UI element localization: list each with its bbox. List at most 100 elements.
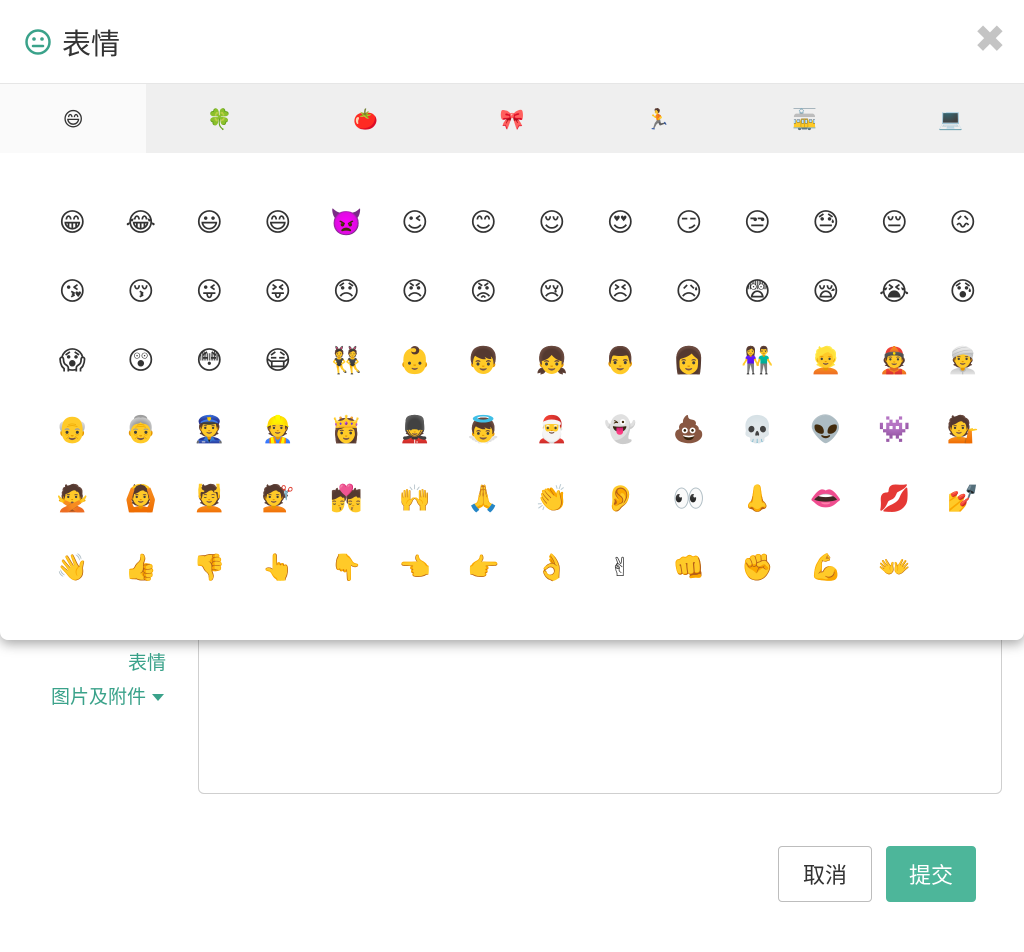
emoji-item[interactable]: 🙏 [449,464,518,533]
emoji-item[interactable]: ✊ [723,533,792,602]
emoji-item[interactable]: 💋 [860,464,929,533]
emoji-item[interactable]: 👳 [929,326,998,395]
emoji-item[interactable]: 👏 [518,464,587,533]
emoji-item[interactable]: 😨 [723,257,792,326]
emoji-item[interactable]: 👦 [449,326,518,395]
emoji-item[interactable]: 👊 [655,533,724,602]
cancel-button[interactable]: 取消 [778,846,872,902]
tab-activity[interactable]: 🏃 [585,84,731,153]
caret-down-icon [152,694,164,701]
tab-food[interactable]: 🍅 [293,84,439,153]
editor-toolbar-links: 表情 图片及附件 [0,646,166,714]
emoji-item[interactable]: 👲 [860,326,929,395]
emoji-item[interactable]: 😍 [586,188,655,257]
emoji-item[interactable]: 😁 [38,188,107,257]
emoji-item[interactable]: 👋 [38,533,107,602]
emoji-item[interactable]: 😪 [792,257,861,326]
emoji-item[interactable]: 👨 [586,326,655,395]
emoji-item[interactable]: 👱 [792,326,861,395]
emoji-item[interactable]: ✌ [586,533,655,602]
emoji-item[interactable]: 😥 [655,257,724,326]
emoji-item[interactable]: 💏 [312,464,381,533]
emoji-item[interactable]: 👽 [792,395,861,464]
emoji-item[interactable]: 👆 [244,533,313,602]
tab-smileys[interactable]: 😄 [0,84,147,153]
emoji-item[interactable]: 😉 [381,188,450,257]
emoji-item[interactable]: 😂 [107,188,176,257]
emoji-item[interactable]: 💩 [655,395,724,464]
emoji-item[interactable]: 😓 [792,188,861,257]
emoji-item[interactable]: 👧 [518,326,587,395]
emoji-item[interactable]: 😡 [449,257,518,326]
emoji-item[interactable]: 😚 [107,257,176,326]
emoji-item[interactable]: 😱 [38,326,107,395]
emoji-item[interactable]: 😌 [518,188,587,257]
emoji-item[interactable]: 👮 [175,395,244,464]
submit-button[interactable]: 提交 [886,846,976,902]
emoji-item[interactable]: 👀 [655,464,724,533]
tab-symbols[interactable]: 💻 [878,84,1024,153]
emoji-item[interactable]: 💂 [381,395,450,464]
emoji-item[interactable]: 👃 [723,464,792,533]
emoji-item[interactable]: 😒 [723,188,792,257]
emoji-item[interactable]: 😖 [929,188,998,257]
emoji-item[interactable]: 😘 [38,257,107,326]
emoji-item[interactable]: 👉 [449,533,518,602]
emoji-item[interactable]: 😠 [381,257,450,326]
neutral-face-icon [24,28,52,56]
emoji-item[interactable]: 😭 [860,257,929,326]
emoji-item[interactable]: 👎 [175,533,244,602]
emoji-item[interactable]: 🙆 [107,464,176,533]
emoji-item[interactable]: 😜 [175,257,244,326]
emoji-item[interactable]: 👶 [381,326,450,395]
emoji-item[interactable]: 👿 [312,188,381,257]
emoji-grid: 😁 😂 😃 😄 👿 😉 😊 😌 😍 😏 😒 😓 😔 😖 😘 😚 😜 😝 😞 😠 😡 😢 😣 😥 😨 😪 😭 😰 😱 😲 😳 😷 👯 👶 👦 👧 👨 👩 👫 👱… [38,188,998,602]
emoji-item[interactable]: 👯 [312,326,381,395]
emoji-item[interactable]: 👈 [381,533,450,602]
emoji-item[interactable]: 👌 [518,533,587,602]
emoji-item[interactable]: 💆 [175,464,244,533]
emoji-item[interactable]: 💀 [723,395,792,464]
emoji-item[interactable]: 😷 [244,326,313,395]
emoji-item[interactable]: 💪 [792,533,861,602]
tab-objects[interactable]: 🎀 [439,84,585,153]
emoji-item[interactable]: 💅 [929,464,998,533]
emoji-item[interactable]: 😣 [586,257,655,326]
emoji-item[interactable]: 😔 [860,188,929,257]
emoji-item[interactable]: 👂 [586,464,655,533]
emoji-item[interactable]: 😳 [175,326,244,395]
emoji-link[interactable]: 表情 [0,646,166,680]
emoji-item[interactable]: 😄 [244,188,313,257]
close-icon[interactable]: ✖ [974,20,1006,58]
emoji-item[interactable]: 👸 [312,395,381,464]
emoji-item[interactable]: 🙅 [38,464,107,533]
emoji-item[interactable]: 😞 [312,257,381,326]
emoji-item[interactable]: 👩 [655,326,724,395]
emoji-item[interactable]: 🙌 [381,464,450,533]
emoji-item[interactable]: 💁 [929,395,998,464]
emoji-item[interactable]: 🎅 [518,395,587,464]
emoji-item[interactable]: 😲 [107,326,176,395]
emoji-item[interactable]: 💇 [244,464,313,533]
tab-travel[interactable]: 🚋 [731,84,877,153]
emoji-item[interactable]: 👴 [38,395,107,464]
emoji-item[interactable]: 👾 [860,395,929,464]
emoji-item[interactable]: 👫 [723,326,792,395]
emoji-item[interactable]: 😢 [518,257,587,326]
emoji-item[interactable]: 😰 [929,257,998,326]
emoji-item[interactable]: 👻 [586,395,655,464]
emoji-item[interactable]: 😊 [449,188,518,257]
emoji-item[interactable]: 👷 [244,395,313,464]
emoji-item[interactable]: 👇 [312,533,381,602]
emoji-item[interactable]: 👐 [860,533,929,602]
attachments-dropdown[interactable]: 图片及附件 [0,680,166,714]
emoji-item[interactable]: 👍 [107,533,176,602]
emoji-item[interactable]: 😝 [244,257,313,326]
emoji-item[interactable]: 👵 [107,395,176,464]
emoji-item[interactable]: 👼 [449,395,518,464]
emoji-item[interactable]: 😏 [655,188,724,257]
tab-nature[interactable]: 🍀 [146,84,292,153]
modal-header: 表情 ✖ [0,0,1024,84]
emoji-item[interactable]: 👄 [792,464,861,533]
emoji-item[interactable]: 😃 [175,188,244,257]
